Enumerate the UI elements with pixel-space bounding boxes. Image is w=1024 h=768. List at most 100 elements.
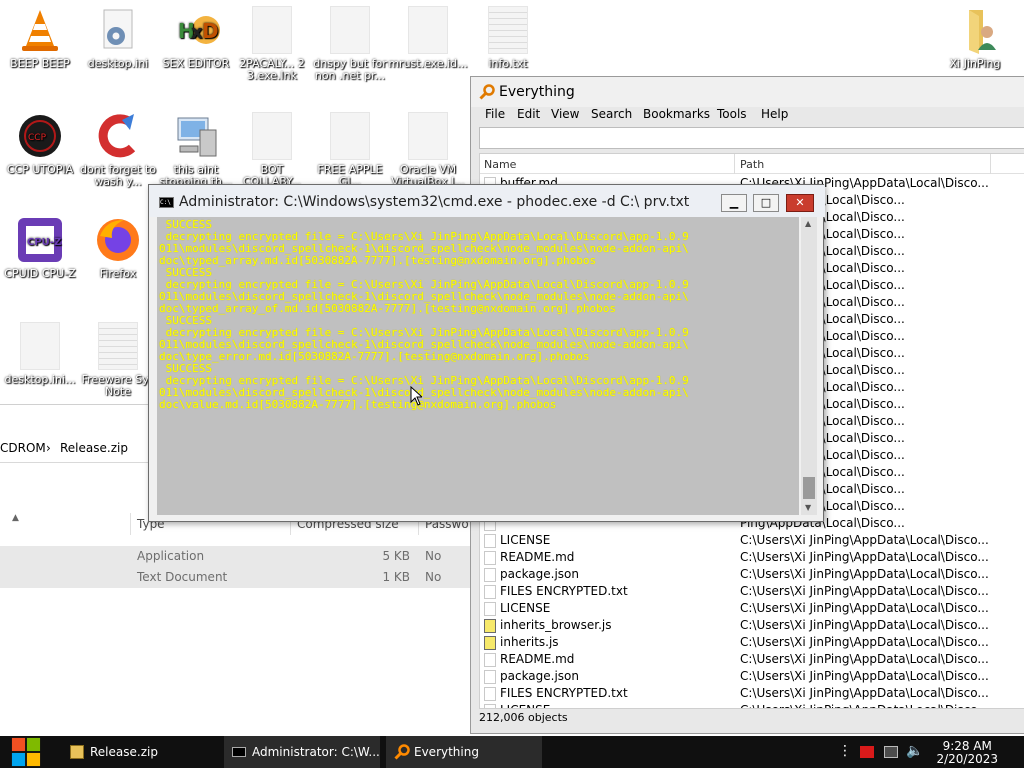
- taskbar-item-label: Everything: [414, 745, 479, 759]
- desktop-icon-xi-jinping[interactable]: Xi JinPing: [935, 6, 1015, 70]
- result-path: C:\Users\Xi JinPing\AppData\Local\Disco.…: [740, 567, 989, 581]
- windows-logo-icon: [11, 737, 41, 767]
- result-row[interactable]: inherits.js C:\Users\Xi JinPing\AppData\L…: [480, 635, 1024, 652]
- everything-magnifier-icon: [479, 84, 495, 100]
- table-row[interactable]: Application 5 KB No: [0, 546, 472, 567]
- hxd-icon: H x D: [178, 16, 220, 44]
- column-divider: [990, 154, 991, 174]
- desktop-icon-sex-editor[interactable]: H x D SEX EDITOR: [156, 6, 236, 70]
- desktop-icon-info-txt[interactable]: info.txt: [468, 6, 548, 70]
- column-divider: [130, 513, 131, 535]
- desktop-icon-this-aint-stopping[interactable]: this aint stopping th...: [156, 112, 236, 188]
- console-line: doc\value.md.id[5030882A-7777].[testing@…: [159, 398, 557, 411]
- flag-icon[interactable]: [860, 746, 874, 758]
- menu-tools[interactable]: Tools: [717, 107, 747, 121]
- blank-file-icon: [252, 112, 292, 160]
- svg-text:CPU-Z: CPU-Z: [27, 237, 61, 248]
- scrollbar-thumb[interactable]: [803, 477, 815, 499]
- menu-bookmarks[interactable]: Bookmarks: [643, 107, 710, 121]
- breadcrumb-item[interactable]: CDROM: [0, 441, 46, 455]
- vertical-scrollbar[interactable]: ▲ ▼: [801, 217, 817, 515]
- svg-text:CCP: CCP: [28, 133, 47, 143]
- mouse-cursor-icon: [410, 386, 422, 406]
- maximize-button[interactable]: □: [753, 194, 779, 212]
- everything-menubar: File Edit View Search Bookmarks Tools He…: [471, 105, 1024, 125]
- result-row[interactable]: package.json C:\Users\Xi JinPing\AppData\…: [480, 567, 1024, 584]
- result-row[interactable]: README.md C:\Users\Xi JinPing\AppData\Loc…: [480, 652, 1024, 669]
- result-row[interactable]: FILES ENCRYPTED.txt C:\Users\Xi JinPing\A…: [480, 584, 1024, 601]
- desktop-icon-ccp-utopia[interactable]: CCP CCP UTOPIA: [0, 112, 80, 176]
- desktop-icon-firefox[interactable]: Firefox: [78, 216, 158, 280]
- desktop-icon-oracle-vm[interactable]: Oracle VM VirtualBox I...: [388, 112, 468, 188]
- result-path: C:\Users\Xi JinPing\AppData\Local\Disco.…: [740, 635, 989, 649]
- text-file-icon: [98, 322, 138, 370]
- desktop-icon-mrust[interactable]: mrust.exe.id...: [388, 6, 468, 70]
- console-line: doc\type_error.md.id[5030882A-7777].[tes…: [159, 350, 590, 363]
- file-icon: [484, 551, 496, 565]
- zip-folder-icon: [70, 745, 84, 759]
- column-name[interactable]: Name: [484, 158, 516, 171]
- volume-icon[interactable]: 🔈: [906, 743, 923, 759]
- desktop-icon-free-apple[interactable]: FREE APPLE GI...: [310, 112, 390, 188]
- desktop-icon-bot-collaby[interactable]: BOT COLLABY...: [232, 112, 312, 188]
- result-name: LICENSE: [500, 601, 551, 615]
- close-button[interactable]: ✕: [786, 194, 814, 212]
- file-icon: [484, 704, 496, 708]
- cell-type: Application: [137, 549, 205, 563]
- firefox-icon: [97, 219, 139, 261]
- scroll-up-icon: ▲: [805, 219, 812, 228]
- result-row[interactable]: README.md C:\Users\Xi JinPing\AppData\Loc…: [480, 550, 1024, 567]
- result-path: C:\Users\Xi JinPing\AppData\Local\Disco.…: [740, 584, 989, 598]
- desktop-icon-beep-beep[interactable]: BEEP BEEP: [0, 6, 80, 70]
- result-row[interactable]: LICENSE C:\Users\Xi JinPing\AppData\Local…: [480, 703, 1024, 708]
- cmd-titlebar[interactable]: C:\ Administrator: C:\Windows\system32\c…: [149, 185, 825, 217]
- result-name: README.md: [500, 550, 575, 564]
- desktop-icon-cpuz[interactable]: CPU-Z CPUID CPU-Z: [0, 216, 80, 280]
- result-name: FILES ENCRYPTED.txt: [500, 686, 628, 700]
- column-path[interactable]: Path: [740, 158, 764, 171]
- result-name: package.json: [500, 567, 580, 581]
- console-output[interactable]: SUCCESS decrypting encrypted file = C:\U…: [157, 217, 799, 515]
- desktop-icon-desktop-ini-2[interactable]: desktop.ini...: [0, 322, 80, 386]
- menu-help[interactable]: Help: [761, 107, 788, 121]
- desktop-icon-label: mrust.exe.id...: [388, 57, 468, 70]
- column-divider: [734, 154, 735, 174]
- everything-titlebar[interactable]: Everything: [471, 77, 1024, 107]
- table-row[interactable]: Text Document 1 KB No: [0, 567, 472, 588]
- window-title: Administrator: C:\Windows\system32\cmd.e…: [179, 194, 690, 210]
- network-warning-icon[interactable]: [884, 746, 898, 758]
- desktop-icon-dnspy[interactable]: dnspy but for non .net pr...: [310, 6, 390, 82]
- result-name: FILES ENCRYPTED.txt: [500, 584, 628, 598]
- result-row[interactable]: package.json C:\Users\Xi JinPing\AppData\…: [480, 669, 1024, 686]
- tray-overflow-icon[interactable]: ⋮: [838, 744, 852, 758]
- result-name: inherits.js: [500, 635, 559, 649]
- menu-file[interactable]: File: [485, 107, 505, 121]
- result-row[interactable]: LICENSE C:\Users\Xi JinPing\AppData\Local…: [480, 533, 1024, 550]
- taskbar-item-release-zip[interactable]: Release.zip: [62, 736, 220, 768]
- breadcrumb-current[interactable]: Release.zip: [60, 441, 128, 455]
- result-row[interactable]: inherits_browser.js C:\Users\Xi JinPing\A…: [480, 618, 1024, 635]
- start-button[interactable]: [0, 736, 52, 768]
- console-line: doc\typed_array.md.id[5030882A-7777].[te…: [159, 254, 597, 267]
- everything-search-input[interactable]: [479, 127, 1024, 149]
- cell-password: No: [425, 549, 442, 563]
- desktop-icon-label: Freeware Sys Note: [81, 373, 155, 398]
- desktop-icon-desktop-ini[interactable]: desktop.ini: [78, 6, 158, 70]
- taskbar-item-cmd[interactable]: Administrator: C:\W...: [224, 736, 380, 768]
- blank-file-icon: [20, 322, 60, 370]
- desktop-icon-label: Xi JinPing: [949, 57, 1001, 70]
- taskbar-item-everything[interactable]: Everything: [386, 736, 542, 768]
- desktop-icon-ccleaner[interactable]: dont forget to wash y...: [78, 112, 158, 188]
- svg-text:D: D: [202, 19, 219, 43]
- minimize-button[interactable]: ▁: [721, 194, 747, 212]
- result-row[interactable]: LICENSE C:\Users\Xi JinPing\AppData\Local…: [480, 601, 1024, 618]
- result-name: LICENSE: [500, 533, 551, 547]
- menu-view[interactable]: View: [551, 107, 579, 121]
- desktop-icon-2pacaly[interactable]: 2PACALY... 2 3.exe.lnk: [232, 6, 312, 82]
- menu-edit[interactable]: Edit: [517, 107, 540, 121]
- result-row[interactable]: FILES ENCRYPTED.txt C:\Users\Xi JinPing\A…: [480, 686, 1024, 703]
- menu-search[interactable]: Search: [591, 107, 632, 121]
- taskbar-clock[interactable]: 9:28 AM 2/20/2023: [936, 740, 998, 766]
- desktop-icon-freeware-sys-note[interactable]: Freeware Sys Note: [78, 322, 158, 398]
- results-header: Name Path: [480, 154, 1024, 174]
